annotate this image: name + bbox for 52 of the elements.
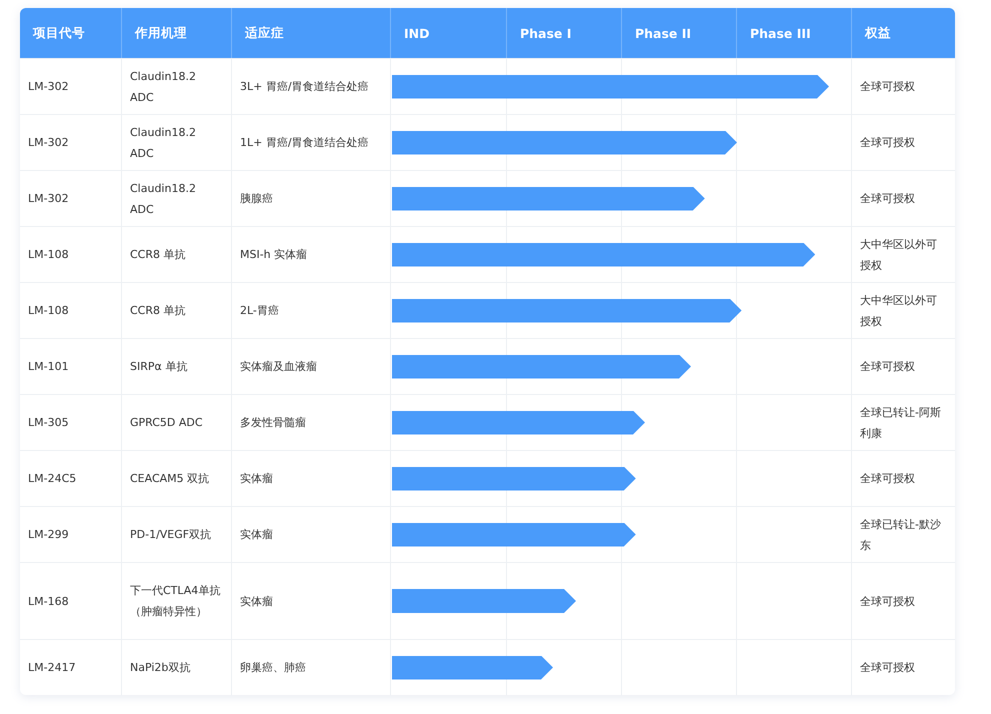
table-cell-text: PD-1/VEGF双抗 bbox=[130, 527, 212, 543]
column-header: 作用机理 bbox=[122, 8, 232, 58]
table-cell-text: LM-299 bbox=[28, 527, 69, 543]
table-cell-text: 全球可授权 bbox=[860, 135, 915, 151]
table-cell-text: LM-302 bbox=[28, 79, 69, 95]
table-cell-text: Claudin18.2 ADC bbox=[130, 68, 197, 106]
column-header: Phase II bbox=[622, 8, 737, 58]
table-cell-text: LM-305 bbox=[28, 415, 69, 431]
table-cell-text: 下一代CTLA4单抗（肿瘤特异性） bbox=[130, 583, 222, 620]
table-cell-text: CCR8 单抗 bbox=[130, 247, 186, 263]
table-cell-text: 多发性骨髓瘤 bbox=[240, 415, 306, 431]
table-cell-text: 1L+ 胃癌/胃食道结合处癌 bbox=[240, 135, 369, 151]
column-header: 适应症 bbox=[232, 8, 391, 58]
table-cell-text: MSI-h 实体瘤 bbox=[240, 247, 308, 263]
table-cell-text: 大中华区以外可授权 bbox=[860, 292, 938, 330]
table-cell-text: LM-24C5 bbox=[28, 471, 76, 487]
table-cell-text: LM-302 bbox=[28, 135, 69, 151]
table-cell-text: LM-108 bbox=[28, 247, 69, 263]
table-cell-text: 实体瘤 bbox=[240, 594, 273, 610]
table-cell-text: 3L+ 胃癌/胃食道结合处癌 bbox=[240, 79, 369, 95]
table-cell-text: 全球可授权 bbox=[860, 660, 915, 676]
table-cell-text: 实体瘤及血液瘤 bbox=[240, 359, 317, 375]
table-cell-text: 大中华区以外可授权 bbox=[860, 236, 938, 274]
table-cell-text: 全球可授权 bbox=[860, 594, 915, 610]
table-cell-text: 实体瘤 bbox=[240, 471, 273, 487]
table-cell-text: 胰腺癌 bbox=[240, 191, 273, 207]
table-cell-text: 全球已转让-默沙东 bbox=[860, 516, 942, 554]
column-header: Phase I bbox=[507, 8, 622, 58]
column-header: IND bbox=[391, 8, 507, 58]
table-cell-text: LM-168 bbox=[28, 594, 69, 610]
table-cell-text: 2L-胃癌 bbox=[240, 303, 279, 319]
table-cell-text: GPRC5D ADC bbox=[130, 415, 203, 431]
table-cell-text: 实体瘤 bbox=[240, 527, 273, 543]
column-header: 项目代号 bbox=[20, 8, 122, 58]
table-cell-text: 全球可授权 bbox=[860, 471, 915, 487]
table-cell-text: 全球可授权 bbox=[860, 79, 915, 95]
table-cell-text: CCR8 单抗 bbox=[130, 303, 186, 319]
table-cell-text: LM-2417 bbox=[28, 660, 76, 676]
table-cell-text: 卵巢癌、肺癌 bbox=[240, 660, 306, 676]
table-cell-text: LM-101 bbox=[28, 359, 69, 375]
table-cell-text: CEACAM5 双抗 bbox=[130, 471, 210, 487]
column-header: 权益 bbox=[864, 24, 892, 42]
table-cell-text: 全球已转让-阿斯利康 bbox=[860, 404, 942, 442]
column-header: Phase III bbox=[737, 8, 852, 58]
table-cell-text: SIRPα 单抗 bbox=[130, 359, 188, 375]
table-cell-text: NaPi2b双抗 bbox=[130, 660, 190, 676]
table-cell-text: Claudin18.2 ADC bbox=[130, 180, 197, 218]
table-cell-text: LM-108 bbox=[28, 303, 69, 319]
table-cell-text: LM-302 bbox=[28, 191, 69, 207]
table-cell-text: 全球可授权 bbox=[860, 359, 915, 375]
table-cell-text: Claudin18.2 ADC bbox=[130, 124, 197, 162]
table-cell-text: 全球可授权 bbox=[860, 191, 915, 207]
